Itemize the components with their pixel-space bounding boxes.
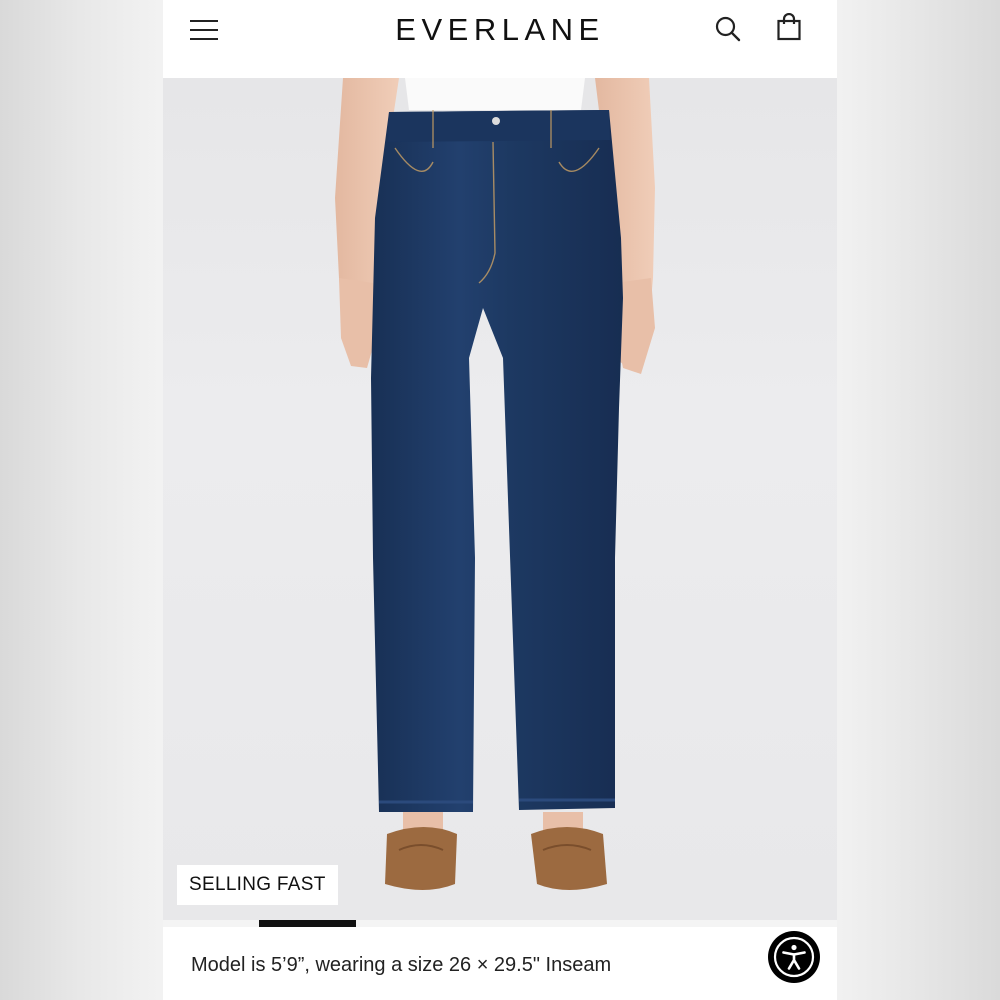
- hamburger-menu-icon[interactable]: [189, 18, 219, 42]
- product-photo-jeans: [335, 78, 655, 890]
- shopping-bag-icon[interactable]: [776, 13, 802, 41]
- carousel-progress[interactable]: [163, 920, 837, 927]
- phone-screen: EVERLANE SELLING FAST Model is 5’9”, wea…: [163, 0, 837, 1000]
- selling-fast-badge: SELLING FAST: [177, 865, 338, 905]
- accessibility-person-icon: [773, 936, 815, 978]
- brand-logo[interactable]: EVERLANE: [395, 12, 604, 47]
- search-icon[interactable]: [714, 15, 742, 43]
- carousel-progress-indicator: [259, 920, 356, 927]
- site-header: EVERLANE: [163, 0, 837, 78]
- accessibility-button[interactable]: [768, 931, 820, 983]
- model-size-caption: Model is 5’9”, wearing a size 26 × 29.5"…: [191, 954, 612, 976]
- product-image[interactable]: SELLING FAST: [163, 78, 837, 920]
